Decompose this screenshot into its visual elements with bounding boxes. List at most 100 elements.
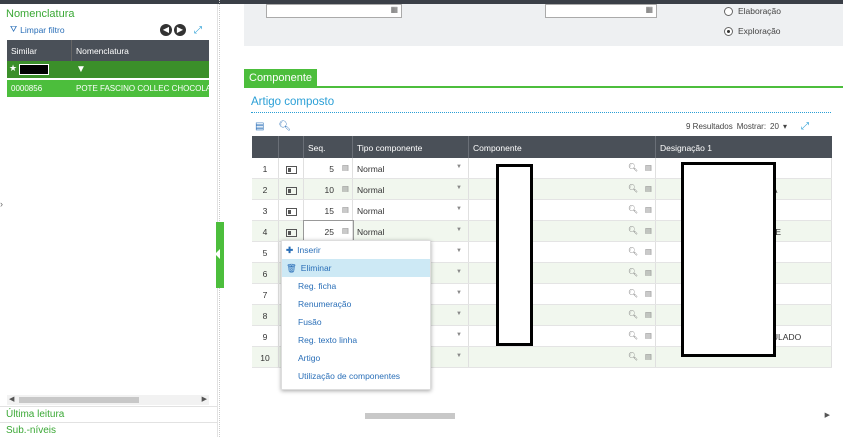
clear-filter-link[interactable]: ⛛ Limpar filtro: [10, 24, 65, 35]
column-header-componente[interactable]: Componente: [469, 136, 656, 158]
row-form-cell[interactable]: [279, 221, 304, 241]
row-form-cell[interactable]: [279, 179, 304, 199]
column-header-nomenclatura[interactable]: Nomenclatura: [72, 40, 209, 61]
detail-icon[interactable]: ▤: [645, 226, 652, 235]
column-header-designacao[interactable]: Designação 1: [656, 136, 832, 158]
column-header-seq[interactable]: Seq.: [304, 136, 353, 158]
date-field-2[interactable]: ▦: [545, 4, 657, 18]
menu-item-utilizacao-componentes[interactable]: Utilização de componentes: [282, 367, 430, 385]
radio-exploracao[interactable]: Exploração: [724, 26, 781, 36]
chevron-down-icon[interactable]: ▼: [456, 332, 462, 338]
chevron-down-icon[interactable]: ▼: [456, 353, 462, 359]
search-icon[interactable]: 🔍︎: [628, 163, 638, 172]
row-form-cell[interactable]: [279, 200, 304, 220]
radio-circle-selected[interactable]: [724, 26, 733, 36]
search-icon[interactable]: 🔍︎: [628, 352, 638, 361]
scrollbar-thumb[interactable]: [365, 413, 455, 419]
menu-item-reg-texto-linha[interactable]: Reg. texto linha: [282, 331, 430, 349]
calendar-icon[interactable]: ▦: [390, 5, 398, 14]
detail-icon[interactable]: ▤: [645, 205, 652, 214]
expand-icon[interactable]: ⤢: [801, 121, 809, 132]
search-icon[interactable]: 🔍︎: [628, 184, 638, 193]
scroll-left-icon[interactable]: ◀: [9, 395, 14, 403]
date-field-1[interactable]: ▦: [266, 4, 402, 18]
search-icon[interactable]: 🔍︎: [628, 247, 638, 256]
detail-icon[interactable]: ▤: [645, 247, 652, 256]
edge-chevron-icon[interactable]: ›: [0, 199, 3, 209]
chevron-down-icon[interactable]: ▼: [456, 290, 462, 296]
panel-toggle[interactable]: [215, 222, 224, 288]
seq-cell[interactable]: 5 ▤: [304, 158, 353, 178]
detail-icon[interactable]: ▤: [645, 331, 652, 340]
chevron-down-icon[interactable]: ▼: [456, 248, 462, 254]
seq-cell[interactable]: 25 ▤: [303, 220, 354, 242]
tipo-cell[interactable]: Normal ▼: [353, 158, 469, 178]
detail-icon[interactable]: ▤: [342, 163, 349, 172]
scroll-right-icon[interactable]: ▶: [202, 395, 207, 403]
ultima-leitura-link[interactable]: Última leitura: [6, 409, 64, 420]
detail-icon[interactable]: ▤: [645, 289, 652, 298]
row-form-icon[interactable]: [285, 186, 297, 195]
tipo-cell[interactable]: Normal ▼: [353, 200, 469, 220]
seq-cell[interactable]: 10 ▤: [304, 179, 353, 199]
search-icon[interactable]: 🔍︎: [278, 121, 291, 132]
panel-divider: [219, 0, 220, 437]
search-icon[interactable]: 🔍︎: [628, 331, 638, 340]
scroll-right-icon[interactable]: ▶: [825, 411, 830, 419]
list-item[interactable]: 0000856 POTE FASCINO COLLEC CHOCOLAT: [7, 80, 209, 97]
expand-icon[interactable]: ⤢: [194, 25, 202, 36]
componente-cell[interactable]: 🔍︎ ▤: [469, 347, 656, 367]
detail-icon[interactable]: ▤: [342, 184, 349, 193]
chevron-down-icon[interactable]: ▼: [456, 164, 462, 170]
tipo-cell[interactable]: Normal ▼: [353, 179, 469, 199]
search-icon[interactable]: 🔍︎: [628, 205, 638, 214]
similar-filter-input[interactable]: [19, 64, 49, 75]
menu-item-eliminar[interactable]: 🗑︎ Eliminar: [282, 259, 430, 277]
detail-icon[interactable]: ▤: [645, 352, 652, 361]
row-form-icon[interactable]: [285, 207, 297, 216]
tipo-cell[interactable]: Normal ▼: [353, 221, 469, 241]
tab-componente[interactable]: Componente: [244, 69, 317, 87]
menu-item-reg-ficha[interactable]: Reg. ficha: [282, 277, 430, 295]
column-header-similar[interactable]: Similar: [7, 40, 72, 61]
radio-circle[interactable]: [724, 6, 733, 16]
next-icon[interactable]: ▶: [174, 24, 186, 36]
scrollbar-thumb[interactable]: [19, 397, 139, 403]
chevron-down-icon[interactable]: ▼: [456, 269, 462, 275]
section-title: Artigo composto: [251, 96, 335, 108]
row-form-icon[interactable]: [285, 228, 297, 237]
seq-cell[interactable]: 15 ▤: [304, 200, 353, 220]
menu-item-inserir[interactable]: ✚ Inserir: [282, 241, 430, 259]
menu-item-artigo[interactable]: Artigo: [282, 349, 430, 367]
chevron-down-icon[interactable]: ▾: [783, 122, 787, 131]
page-size-select[interactable]: 20: [770, 122, 779, 131]
sub-niveis-link[interactable]: Sub.-níveis: [6, 425, 56, 436]
menu-item-renumeracao[interactable]: Renumeração: [282, 295, 430, 313]
radio-elaboracao[interactable]: Elaboração: [724, 6, 781, 16]
search-icon[interactable]: 🔍︎: [628, 268, 638, 277]
detail-icon[interactable]: ▤: [645, 184, 652, 193]
filter-icon[interactable]: ▼: [72, 61, 90, 78]
row-form-cell[interactable]: [279, 158, 304, 178]
detail-icon[interactable]: ▤: [645, 163, 652, 172]
chevron-down-icon[interactable]: ▼: [456, 206, 462, 212]
form-view-icon[interactable]: ▤: [255, 121, 264, 132]
grid-horizontal-scrollbar[interactable]: ▶: [354, 411, 832, 421]
detail-icon[interactable]: ▤: [645, 310, 652, 319]
horizontal-scrollbar[interactable]: ◀ ▶: [7, 395, 209, 405]
detail-icon[interactable]: ▤: [342, 205, 349, 214]
previous-icon[interactable]: ◀: [160, 24, 172, 36]
search-icon[interactable]: 🔍︎: [628, 310, 638, 319]
detail-icon[interactable]: ▤: [342, 226, 349, 235]
search-icon[interactable]: 🔍︎: [628, 226, 638, 235]
chevron-down-icon[interactable]: ▼: [456, 185, 462, 191]
calendar-icon[interactable]: ▦: [645, 5, 653, 14]
column-header-tipo[interactable]: Tipo componente: [353, 136, 469, 158]
row-form-icon[interactable]: [285, 165, 297, 174]
row-number: 6: [252, 263, 279, 283]
search-icon[interactable]: 🔍︎: [628, 289, 638, 298]
detail-icon[interactable]: ▤: [645, 268, 652, 277]
menu-item-fusao[interactable]: Fusão: [282, 313, 430, 331]
chevron-down-icon[interactable]: ▼: [456, 227, 462, 233]
chevron-down-icon[interactable]: ▼: [456, 311, 462, 317]
